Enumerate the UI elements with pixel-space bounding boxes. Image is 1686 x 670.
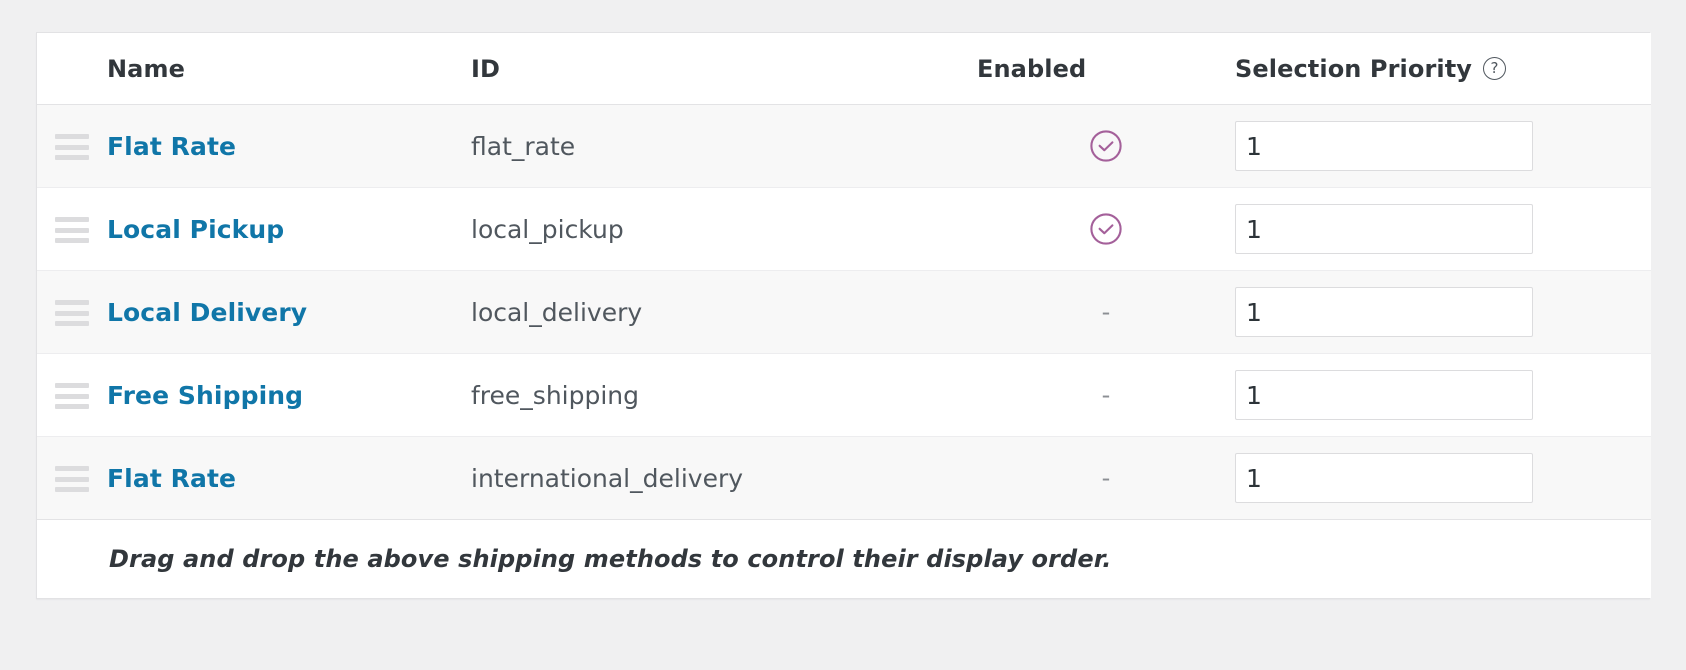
column-header-name-label: Name [107,54,185,83]
row-drag-cell[interactable] [37,188,107,271]
column-header-name: Name [107,33,471,105]
row-enabled-cell [977,105,1235,188]
disabled-dash: - [1101,298,1111,326]
row-enabled-cell: - [977,354,1235,437]
table-row[interactable]: Local Delivery local_delivery - [37,270,1651,354]
check-circle-icon [1089,212,1123,246]
table-row[interactable]: Flat Rate flat_rate [37,104,1651,188]
selection-priority-input[interactable] [1235,370,1533,420]
table-body: Flat Rate flat_rate 1 Local Pickup local… [37,104,1651,520]
disabled-dash: - [1101,381,1111,409]
row-name-cell: Free Shipping [107,354,471,437]
row-drag-cell[interactable] [37,105,107,188]
row-priority-cell [1235,188,1651,271]
drag-handle-icon[interactable] [55,466,89,492]
table-row[interactable]: Free Shipping free_shipping - [37,353,1651,437]
column-header-enabled-label: Enabled [977,54,1087,83]
row-name-cell: Flat Rate [107,105,471,188]
row-priority-cell [1235,271,1651,354]
row-name-cell: Local Delivery [107,271,471,354]
drag-handle-icon[interactable] [55,383,89,409]
shipping-method-link[interactable]: Local Delivery [107,298,307,327]
row-priority-cell [1235,354,1651,437]
row-enabled-cell [977,188,1235,271]
shipping-methods-table: Name ID Enabled Selection Priority ? Fla… [37,33,1651,598]
row-priority-cell [1235,105,1651,188]
row-name-cell: Flat Rate [107,437,471,520]
drag-handle-icon[interactable] [55,134,89,160]
shipping-method-link[interactable]: Local Pickup [107,215,284,244]
drag-drop-hint: Drag and drop the above shipping methods… [109,545,1112,573]
table-row[interactable]: Local Pickup local_pickup [37,187,1651,271]
column-header-id: ID [471,33,977,105]
row-drag-cell[interactable] [37,271,107,354]
column-header-handle [37,33,107,105]
help-circle-icon[interactable]: ? [1483,57,1507,80]
shipping-method-id: free_shipping [471,380,640,410]
selection-priority-input[interactable] [1235,287,1533,337]
page-root: Name ID Enabled Selection Priority ? Fla… [0,0,1686,670]
row-id-cell: international_delivery [471,437,977,520]
table-header: Name ID Enabled Selection Priority ? [37,33,1651,105]
footer-note-cell: Drag and drop the above shipping methods… [37,519,1651,598]
table-footer: Drag and drop the above shipping methods… [37,519,1651,598]
column-header-selection-priority: Selection Priority ? [1235,33,1651,105]
table-row[interactable]: Flat Rate international_delivery - [37,436,1651,520]
selection-priority-input[interactable] [1235,453,1533,503]
row-enabled-cell: - [977,437,1235,520]
drag-handle-icon[interactable] [55,300,89,326]
check-circle-icon [1089,129,1123,163]
shipping-method-id: international_delivery [471,463,744,493]
table-header-row: Name ID Enabled Selection Priority ? [37,33,1651,105]
row-name-cell: Local Pickup [107,188,471,271]
row-drag-cell[interactable] [37,437,107,520]
column-header-enabled: Enabled [977,33,1235,105]
shipping-method-id: local_delivery [471,297,643,327]
row-id-cell: local_pickup [471,188,977,271]
row-enabled-cell: - [977,271,1235,354]
selection-priority-input[interactable] [1235,204,1533,254]
row-id-cell: flat_rate [471,105,977,188]
disabled-dash: - [1101,464,1111,492]
row-id-cell: local_delivery [471,271,977,354]
shipping-methods-card: Name ID Enabled Selection Priority ? Fla… [36,32,1651,599]
shipping-method-link[interactable]: Flat Rate [107,464,236,493]
row-id-cell: free_shipping [471,354,977,437]
column-header-id-label: ID [471,54,501,83]
table-footer-row: Drag and drop the above shipping methods… [37,519,1651,598]
column-header-selection-priority-label: Selection Priority [1235,54,1473,83]
drag-handle-icon[interactable] [55,217,89,243]
selection-priority-input[interactable] [1235,121,1533,171]
row-drag-cell[interactable] [37,354,107,437]
row-priority-cell [1235,437,1651,520]
shipping-method-id: flat_rate [471,131,576,161]
shipping-method-link[interactable]: Flat Rate [107,132,236,161]
shipping-method-link[interactable]: Free Shipping [107,381,303,410]
shipping-method-id: local_pickup [471,214,624,244]
